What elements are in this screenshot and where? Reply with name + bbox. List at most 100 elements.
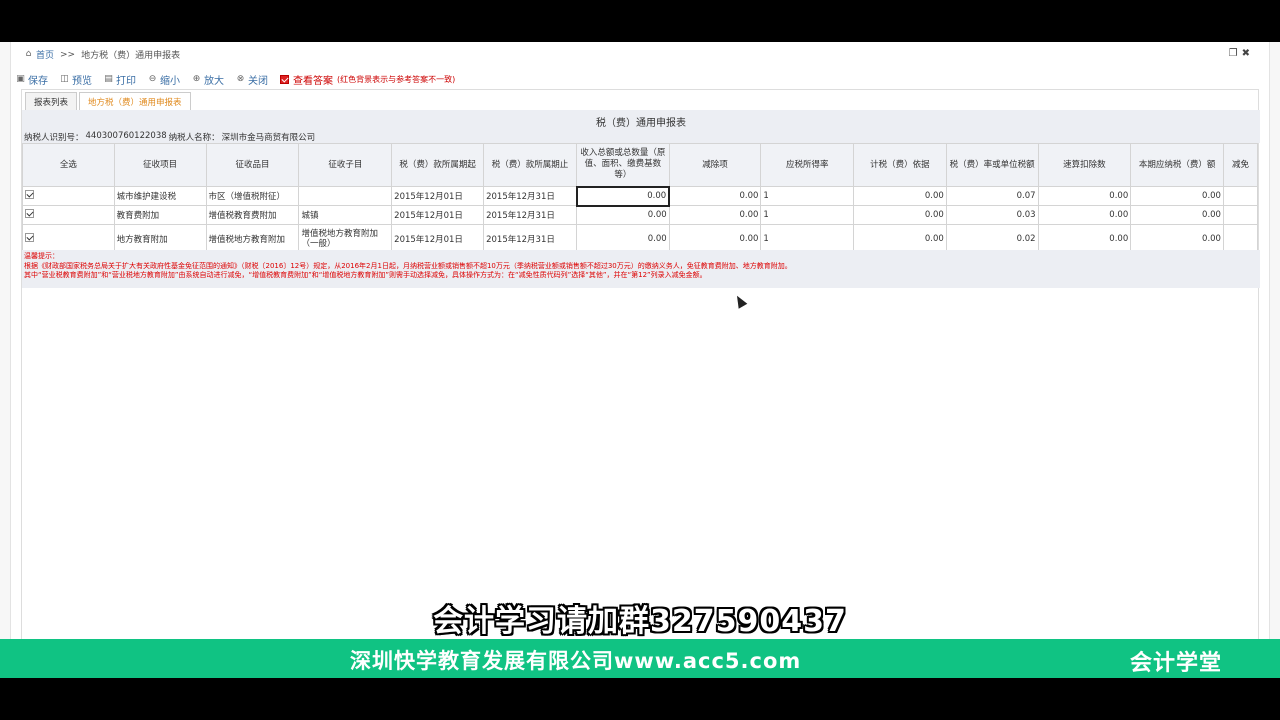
print-label: 打印 [116, 75, 136, 87]
cell-relief[interactable] [1222, 205, 1259, 225]
breadcrumb-home[interactable]: ⌂ 首页 [24, 48, 55, 62]
close-button[interactable]: ⊗ 关闭 [236, 72, 268, 87]
cell-payable: 0.00 [1130, 186, 1224, 206]
row-checkbox[interactable] [25, 233, 34, 242]
cell-income-input[interactable]: 0.00 [576, 205, 670, 225]
cell-rate-income: 1 [760, 186, 855, 206]
cell-relief[interactable] [1222, 186, 1259, 206]
cell-sub[interactable]: 城镇 [298, 205, 393, 225]
cell-start: 2015年12月01日 [391, 205, 485, 225]
cell-end: 2015年12月31日 [483, 186, 577, 206]
footer-banner: 深圳快学教育发展有限公司www.acc5.com 会计学堂 [0, 639, 1280, 678]
left-gutter [0, 42, 11, 678]
zoom-out-button[interactable]: ⊖ 缩小 [148, 72, 180, 87]
col-category: 征收品目 [205, 143, 300, 187]
breadcrumb-current: 地方税（费）通用申报表 [81, 51, 181, 61]
view-answer-label: 查看答案 [293, 75, 333, 87]
col-income: 收入总额或总数量（原值、面积、缴费基数等） [576, 143, 670, 187]
col-select-all[interactable]: 全选 [22, 143, 115, 187]
col-end: 税（费）款所属期止 [483, 143, 577, 187]
close-icon: ⊗ [236, 73, 245, 84]
cell-deduction-input[interactable]: 0.00 [668, 186, 762, 206]
cell-category[interactable]: 增值税教育费附加 [205, 205, 300, 225]
cell-category[interactable]: 市区（增值税附征） [205, 186, 300, 206]
save-label: 保存 [28, 75, 48, 87]
print-icon: ▤ [104, 73, 113, 84]
save-icon: ▣ [16, 73, 25, 84]
close-label: 关闭 [248, 75, 268, 87]
cell-rate: 0.03 [945, 205, 1039, 225]
zoom-in-button[interactable]: ⊕ 放大 [192, 72, 224, 87]
col-deduction: 减除项 [668, 143, 762, 187]
row-select-cell [22, 205, 115, 225]
zoom-in-icon: ⊕ [192, 73, 201, 84]
cell-start: 2015年12月01日 [391, 186, 485, 206]
taxpayer-name: 深圳市金马商贸有限公司 [221, 133, 316, 143]
watermark-text: 会计学习请加群327590437 [433, 604, 847, 639]
view-answer-checkbox[interactable] [280, 74, 289, 84]
notice-line-2: 其中“营业税教育费附加”和“营业税地方教育附加”由系统自动进行减免，“增值税教育… [24, 271, 707, 279]
preview-button[interactable]: ◫ 预览 [60, 72, 92, 87]
cell-basis: 0.00 [853, 186, 947, 206]
content-panel: 报表列表 地方税（费）通用申报表 税（费）通用申报表 纳税人识别号： 44030… [21, 89, 1260, 678]
row-select-cell [22, 186, 115, 206]
close-window-icon[interactable]: ✖ [1242, 48, 1250, 59]
app-window: ⌂ 首页 >> 地方税（费）通用申报表 ❐ ✖ ▣ 保存 ◫ 预览 ▤ 打印 ⊖ 缩小 … [0, 42, 1280, 678]
form-header: 税（费）通用申报表 纳税人识别号： 440300760122038 纳税人名称：… [22, 110, 1260, 143]
row-checkbox[interactable] [25, 209, 34, 218]
tab-report-list[interactable]: 报表列表 [25, 92, 78, 110]
view-answer-toggle[interactable]: 查看答案 (红色背景表示与参考答案不一致) [280, 72, 455, 87]
taxpayer-id: 440300760122038 [85, 131, 167, 141]
row-checkbox[interactable] [25, 190, 34, 199]
form-title: 税（费）通用申报表 [596, 118, 686, 129]
col-rate-income: 应税所得率 [760, 143, 855, 187]
restore-icon[interactable]: ❐ [1229, 48, 1238, 59]
cell-item: 城市维护建设税 [113, 186, 207, 206]
col-relief: 减免 [1222, 143, 1259, 187]
col-start: 税（费）款所属期起 [391, 143, 485, 187]
col-item: 征收项目 [113, 143, 207, 187]
toolbar: ▣ 保存 ◫ 预览 ▤ 打印 ⊖ 缩小 ⊕ 放大 ⊗ 关闭 查看答案 (红色背景表示与参考答… [16, 72, 455, 87]
taxpayer-name-label: 纳税人名称： [168, 133, 220, 143]
right-gutter [1269, 42, 1280, 678]
cell-rate-income: 1 [760, 205, 855, 225]
table-header-row: 全选 征收项目 征收品目 征收子目 税（费）款所属期起 税（费）款所属期止 收入… [22, 143, 1259, 187]
cell-income-input[interactable]: 0.00 [575, 185, 671, 207]
col-rate: 税（费）率或单位税额 [945, 143, 1039, 187]
col-sub: 征收子目 [298, 143, 393, 187]
cell-quick: 0.00 [1037, 205, 1132, 225]
breadcrumb-separator: >> [60, 49, 76, 60]
tax-table: 全选 征收项目 征收品目 征收子目 税（费）款所属期起 税（费）款所属期止 收入… [22, 143, 1259, 254]
cell-basis: 0.00 [853, 205, 947, 225]
cell-payable: 0.00 [1130, 205, 1224, 225]
preview-label: 预览 [72, 75, 92, 87]
tab-bar: 报表列表 地方税（费）通用申报表 [22, 90, 191, 110]
col-basis: 计税（费）依据 [853, 143, 947, 187]
cell-end: 2015年12月31日 [483, 205, 577, 225]
col-quick: 速算扣除数 [1037, 143, 1132, 187]
notice-title: 温馨提示： [24, 252, 59, 260]
cell-sub[interactable] [298, 186, 393, 206]
table-row: 教育费附加 增值税教育费附加 城镇 2015年12月01日 2015年12月31… [22, 205, 1259, 225]
window-buttons: ❐ ✖ [1229, 48, 1250, 59]
notice-line-1: 根据《财政部国家税务总局关于扩大有关政府性基金免征范围的通知》（财税〔2016〕… [24, 261, 792, 270]
breadcrumb-home-label: 首页 [36, 51, 55, 61]
cell-deduction-input[interactable]: 0.00 [668, 205, 762, 225]
cell-quick: 0.00 [1037, 186, 1132, 206]
print-button[interactable]: ▤ 打印 [104, 72, 136, 87]
home-icon: ⌂ [25, 49, 32, 59]
table-row: 城市维护建设税 市区（增值税附征） 2015年12月01日 2015年12月31… [22, 185, 1259, 207]
zoom-out-icon: ⊖ [148, 73, 157, 84]
save-button[interactable]: ▣ 保存 [16, 72, 48, 87]
taxpayer-info: 纳税人识别号： 440300760122038 纳税人名称： 深圳市金马商贸有限… [24, 131, 315, 143]
view-answer-note: (红色背景表示与参考答案不一致) [337, 74, 456, 84]
col-payable: 本期应纳税（费）额 [1130, 143, 1224, 187]
notice-box: 温馨提示： 根据《财政部国家税务总局关于扩大有关政府性基金免征范围的通知》（财税… [22, 250, 1260, 288]
cell-rate: 0.07 [945, 186, 1039, 206]
zoom-out-label: 缩小 [160, 75, 180, 87]
breadcrumb: ⌂ 首页 >> 地方税（费）通用申报表 [24, 48, 181, 62]
banner-brand: 会计学堂 [1129, 651, 1222, 676]
taxpayer-id-label: 纳税人识别号： [24, 133, 84, 143]
cell-item: 教育费附加 [113, 205, 207, 225]
tab-local-tax-form[interactable]: 地方税（费）通用申报表 [79, 92, 191, 110]
